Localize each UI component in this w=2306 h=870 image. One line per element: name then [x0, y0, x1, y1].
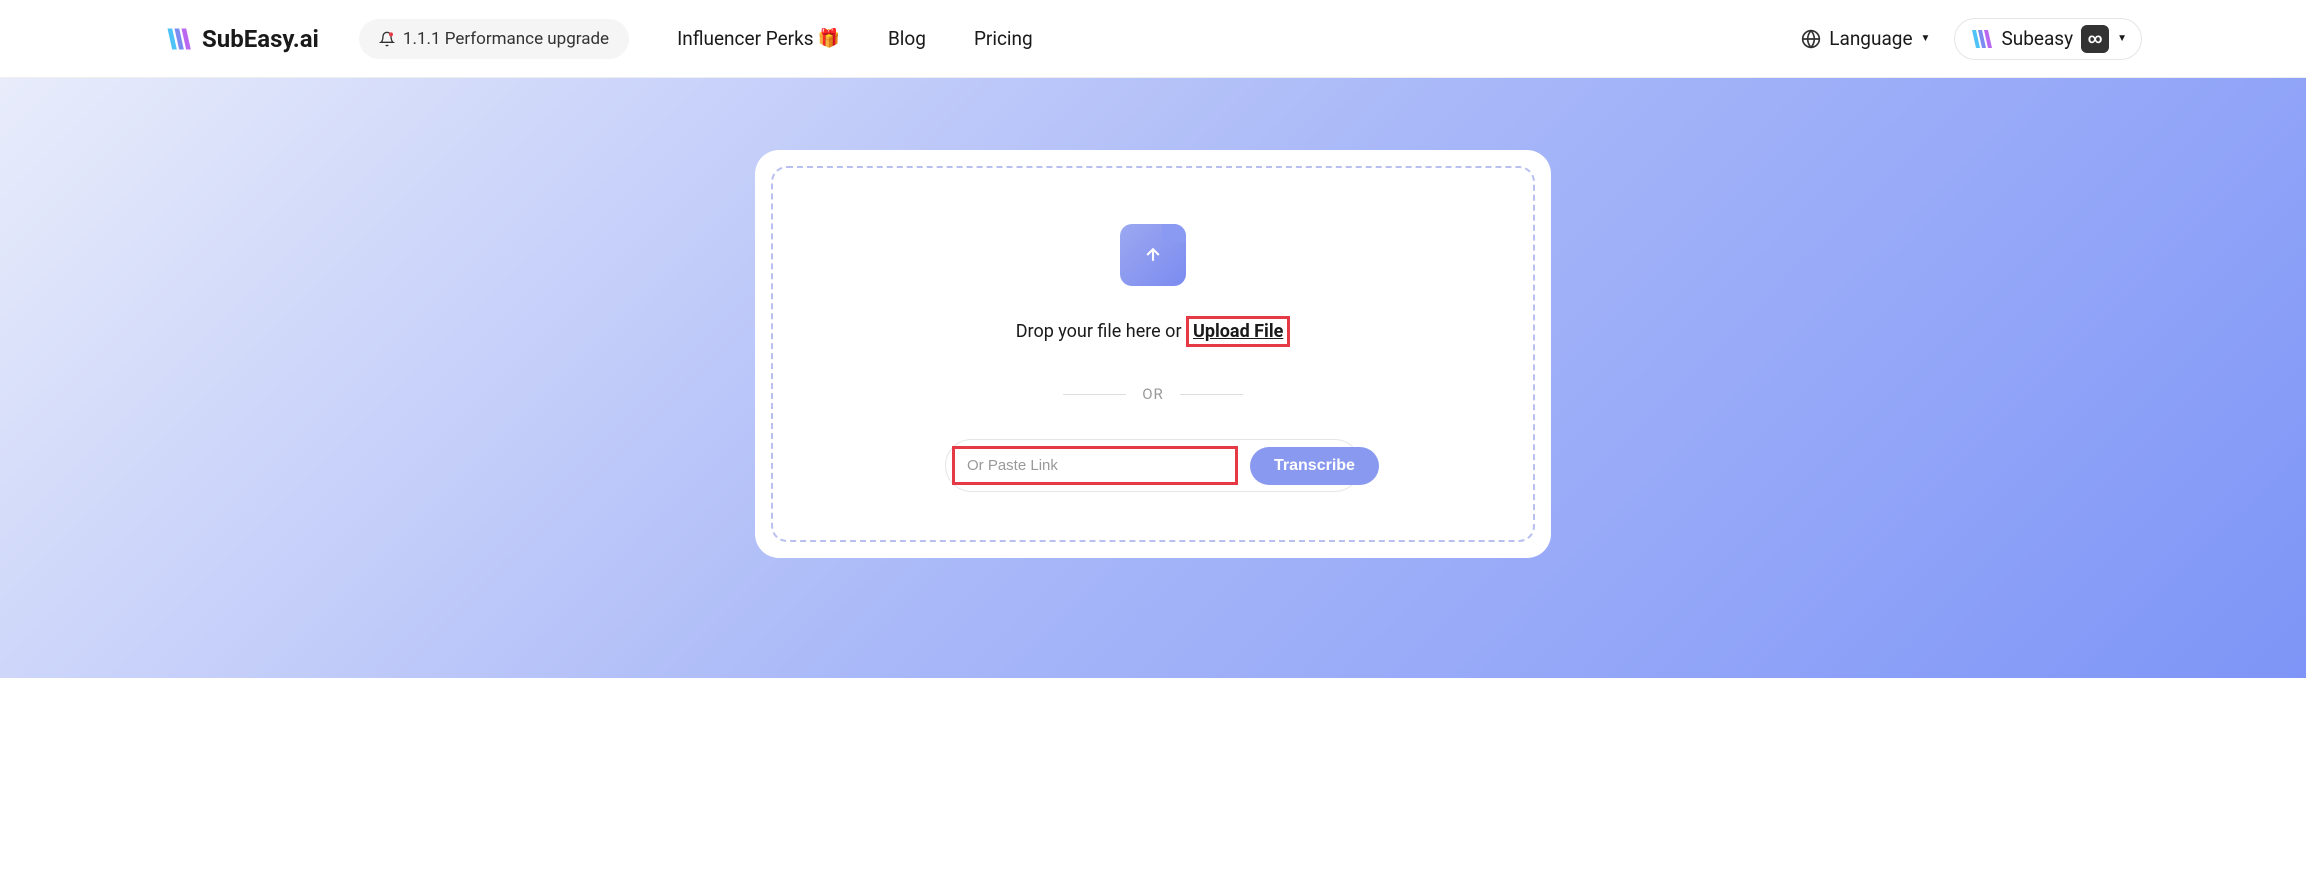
brand-name: SubEasy.ai	[202, 25, 319, 53]
nav-influencer[interactable]: Influencer Perks 🎁	[677, 27, 840, 50]
drop-text: Drop your file here or	[1016, 321, 1186, 342]
upload-folder-icon	[1120, 224, 1186, 286]
nav: 1.1.1 Performance upgrade Influencer Per…	[359, 19, 1801, 59]
chevron-down-icon: ▼	[2117, 33, 2127, 44]
globe-icon	[1801, 29, 1821, 49]
promo-text: 1.1.1 Performance upgrade	[403, 29, 609, 49]
link-input-wrapper: Transcribe	[945, 439, 1361, 492]
hero-section: Drop your file here or Upload File OR Tr…	[0, 78, 2306, 678]
user-menu[interactable]: Subeasy ∞ ▼	[1954, 18, 2142, 60]
upload-file-link[interactable]: Upload File	[1193, 321, 1283, 342]
upload-arrow-icon	[1143, 243, 1163, 267]
user-name: Subeasy	[2001, 27, 2073, 50]
language-button[interactable]: Language ▼	[1801, 27, 1930, 50]
divider-line	[1063, 394, 1126, 395]
language-label: Language	[1829, 27, 1912, 50]
user-avatar-icon	[1969, 27, 1993, 51]
right-nav: Language ▼ Subeasy ∞ ▼	[1801, 18, 2306, 60]
link-input-highlight	[952, 446, 1238, 485]
header-content: SubEasy.ai 1.1.1 Performance upgrade Inf…	[0, 18, 2306, 60]
nav-influencer-label: Influencer Perks	[677, 27, 813, 50]
upload-dropzone[interactable]: Drop your file here or Upload File OR Tr…	[771, 166, 1535, 542]
promo-badge[interactable]: 1.1.1 Performance upgrade	[359, 19, 629, 59]
or-divider: OR	[1063, 385, 1243, 403]
upload-link-highlight: Upload File	[1186, 316, 1290, 347]
upload-text: Drop your file here or Upload File	[1016, 316, 1291, 347]
discord-badge-icon: ∞	[2081, 25, 2109, 53]
nav-pricing[interactable]: Pricing	[974, 27, 1033, 50]
paste-link-input[interactable]	[955, 449, 1235, 482]
chevron-down-icon: ▼	[1921, 33, 1931, 44]
logo-icon	[164, 25, 192, 53]
bell-icon	[379, 31, 395, 47]
header: SubEasy.ai 1.1.1 Performance upgrade Inf…	[0, 0, 2306, 78]
transcribe-button[interactable]: Transcribe	[1250, 447, 1379, 485]
gift-icon: 🎁	[818, 28, 840, 49]
upload-card: Drop your file here or Upload File OR Tr…	[755, 150, 1551, 558]
divider-line	[1180, 394, 1243, 395]
nav-blog[interactable]: Blog	[888, 27, 926, 50]
or-label: OR	[1142, 385, 1164, 403]
logo[interactable]: SubEasy.ai	[164, 25, 319, 53]
